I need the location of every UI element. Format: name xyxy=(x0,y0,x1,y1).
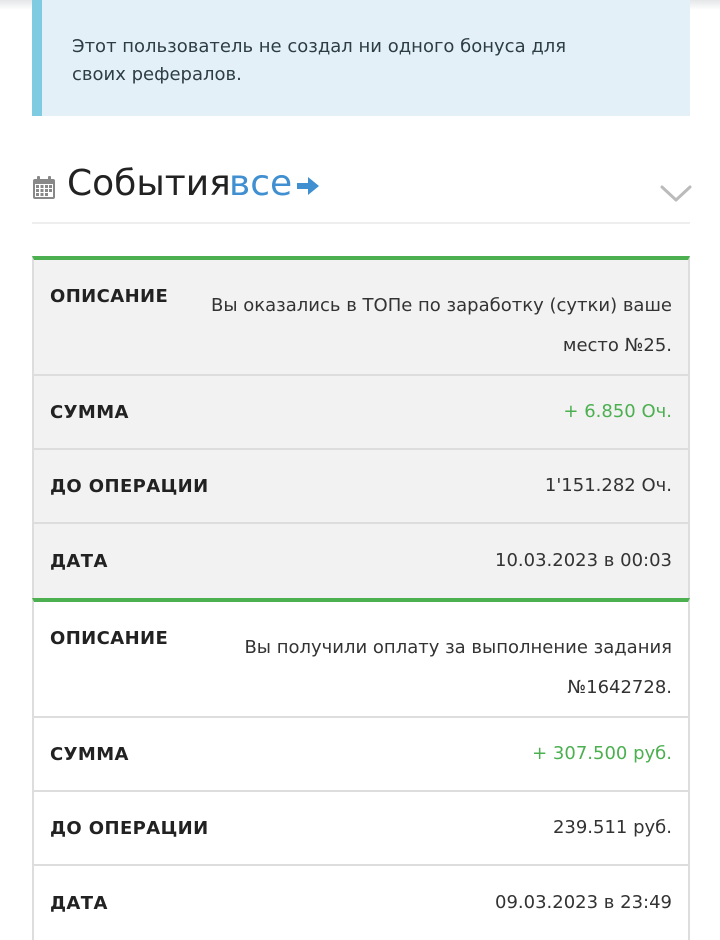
events-header: События все xyxy=(32,116,692,224)
event-before-row: ДО ОПЕРАЦИИ 1'151.282 Оч. xyxy=(34,450,688,524)
events-title: События xyxy=(67,163,231,204)
description-label: ОПИСАНИЕ xyxy=(50,628,169,649)
events-all-link[interactable]: все xyxy=(229,162,292,206)
date-value: 09.03.2023 в 23:49 xyxy=(495,892,672,913)
event-before-row: ДО ОПЕРАЦИИ 239.511 руб. xyxy=(34,792,688,866)
arrow-right-icon[interactable] xyxy=(295,174,321,198)
description-label: ОПИСАНИЕ xyxy=(50,286,169,307)
amount-label: СУММА xyxy=(50,743,129,765)
event-card: ОПИСАНИЕ Вы оказались в ТОПе по заработк… xyxy=(32,256,690,598)
description-value: Вы оказались в ТОПе по заработку (сутки)… xyxy=(210,295,672,356)
referral-bonus-notice-text: Этот пользователь не создал ни одного бо… xyxy=(72,36,567,85)
event-description-row: ОПИСАНИЕ Вы получили оплату за выполнени… xyxy=(34,602,688,718)
before-value: 239.511 руб. xyxy=(552,817,672,838)
referral-bonus-notice: Этот пользователь не создал ни одного бо… xyxy=(32,0,690,116)
chevron-down-icon[interactable] xyxy=(660,184,692,204)
amount-label: СУММА xyxy=(50,401,129,423)
amount-value: + 6.850 Оч. xyxy=(563,401,672,422)
event-description-row: ОПИСАНИЕ Вы оказались в ТОПе по заработк… xyxy=(34,260,688,376)
date-value: 10.03.2023 в 00:03 xyxy=(495,550,672,571)
date-label: ДАТА xyxy=(50,550,108,572)
amount-value: + 307.500 руб. xyxy=(532,743,672,764)
before-label: ДО ОПЕРАЦИИ xyxy=(50,475,209,497)
event-amount-row: СУММА + 307.500 руб. xyxy=(34,718,688,792)
before-value: 1'151.282 Оч. xyxy=(544,475,672,496)
calendar-icon xyxy=(33,176,55,199)
profile-content: Этот пользователь не создал ни одного бо… xyxy=(32,0,692,940)
event-date-row: ДАТА 09.03.2023 в 23:49 xyxy=(34,866,688,940)
before-label: ДО ОПЕРАЦИИ xyxy=(50,817,209,839)
event-card: ОПИСАНИЕ Вы получили оплату за выполнени… xyxy=(32,598,690,940)
description-value: Вы получили оплату за выполнение задания… xyxy=(244,637,672,698)
event-date-row: ДАТА 10.03.2023 в 00:03 xyxy=(34,524,688,598)
events-list: ОПИСАНИЕ Вы оказались в ТОПе по заработк… xyxy=(32,256,690,940)
event-amount-row: СУММА + 6.850 Оч. xyxy=(34,376,688,450)
date-label: ДАТА xyxy=(50,892,108,914)
